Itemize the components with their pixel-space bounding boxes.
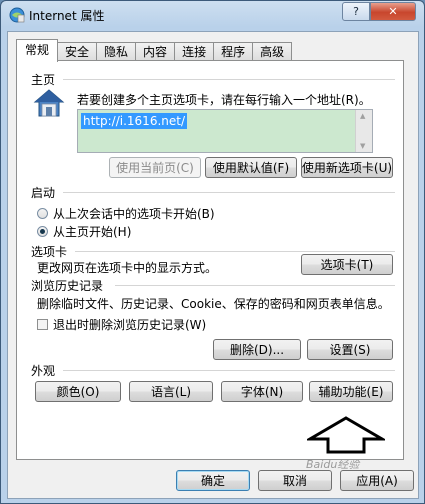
tabs-description: 更改网页在选项卡中的显示方式。 [37, 261, 218, 275]
colors-button[interactable]: 颜色(O) [35, 381, 121, 402]
scroll-down-icon: ▼ [360, 142, 366, 150]
tab-connections[interactable]: 连接 [174, 42, 215, 61]
radio-homepage[interactable] [37, 226, 48, 237]
use-current-button[interactable]: 使用当前页(C) [109, 157, 201, 178]
tab-content[interactable]: 内容 [135, 42, 176, 61]
radio-homepage-label[interactable]: 从主页开始(H) [53, 223, 131, 240]
tab-programs[interactable]: 程序 [213, 42, 254, 61]
homepage-url: http://i.1616.net/ [81, 113, 187, 129]
homepage-separator [63, 79, 395, 80]
tabs-section-title: 选项卡 [31, 245, 68, 259]
up-arrow-annotation-icon [307, 416, 385, 454]
languages-button[interactable]: 语言(L) [129, 381, 213, 402]
window-title: Internet 属性 [29, 9, 105, 23]
close-button[interactable]: ✕ [370, 2, 416, 21]
history-section-title: 浏览历史记录 [31, 279, 104, 293]
house-icon [33, 89, 65, 117]
delete-history-button[interactable]: 删除(D)... [213, 339, 301, 360]
homepage-address-box[interactable]: http://i.1616.net/ ▲ ▼ [77, 109, 373, 153]
ok-button[interactable]: 确定 [176, 470, 250, 491]
startup-separator [63, 192, 395, 193]
title-bar[interactable]: Internet 属性 ? ✕ [1, 1, 424, 29]
use-new-tab-button[interactable]: 使用新选项卡(U) [301, 157, 393, 178]
tabs-separator [75, 251, 395, 252]
tab-strip: 常规 安全 隐私 内容 连接 程序 高级 [16, 39, 293, 62]
homepage-scrollbar[interactable]: ▲ ▼ [355, 110, 372, 152]
history-settings-button[interactable]: 设置(S) [307, 339, 393, 360]
tab-privacy[interactable]: 隐私 [96, 42, 137, 61]
internet-options-icon [9, 7, 25, 23]
apply-button[interactable]: 应用(A) [340, 470, 414, 491]
startup-section-title: 启动 [31, 186, 56, 200]
help-button[interactable]: ? [342, 2, 370, 21]
history-separator [115, 285, 395, 286]
tab-advanced[interactable]: 高级 [252, 42, 293, 61]
appearance-separator [63, 370, 395, 371]
internet-options-window: Internet 属性 ? ✕ 常规 安全 隐私 内容 连接 程序 高级 主页 … [0, 0, 425, 504]
radio-last-session-label[interactable]: 从上次会话中的选项卡开始(B) [53, 205, 215, 222]
radio-last-session[interactable] [37, 208, 48, 219]
fonts-button[interactable]: 字体(N) [221, 381, 303, 402]
scroll-up-icon: ▲ [360, 112, 366, 120]
appearance-section-title: 外观 [31, 364, 56, 378]
history-description: 删除临时文件、历史记录、Cookie、保存的密码和网页表单信息。 [37, 297, 390, 311]
homepage-description: 若要创建多个主页选项卡，请在每行输入一个地址(R)。 [77, 93, 371, 107]
cancel-button[interactable]: 取消 [258, 470, 332, 491]
use-default-button[interactable]: 使用默认值(F) [205, 157, 297, 178]
general-tab-panel: 主页 若要创建多个主页选项卡，请在每行输入一个地址(R)。 http://i.1… [16, 60, 404, 460]
tab-general[interactable]: 常规 [16, 39, 59, 62]
tabs-settings-button[interactable]: 选项卡(T) [301, 254, 393, 275]
dialog-client-area: 常规 安全 隐私 内容 连接 程序 高级 主页 若要创建多个主页选项卡，请在每行… [7, 31, 419, 499]
delete-on-exit-checkbox[interactable] [37, 319, 48, 330]
tab-security[interactable]: 安全 [57, 42, 98, 61]
homepage-section-title: 主页 [31, 73, 56, 87]
accessibility-button[interactable]: 辅助功能(E) [309, 381, 393, 402]
delete-on-exit-label[interactable]: 退出时删除浏览历史记录(W) [53, 316, 206, 333]
